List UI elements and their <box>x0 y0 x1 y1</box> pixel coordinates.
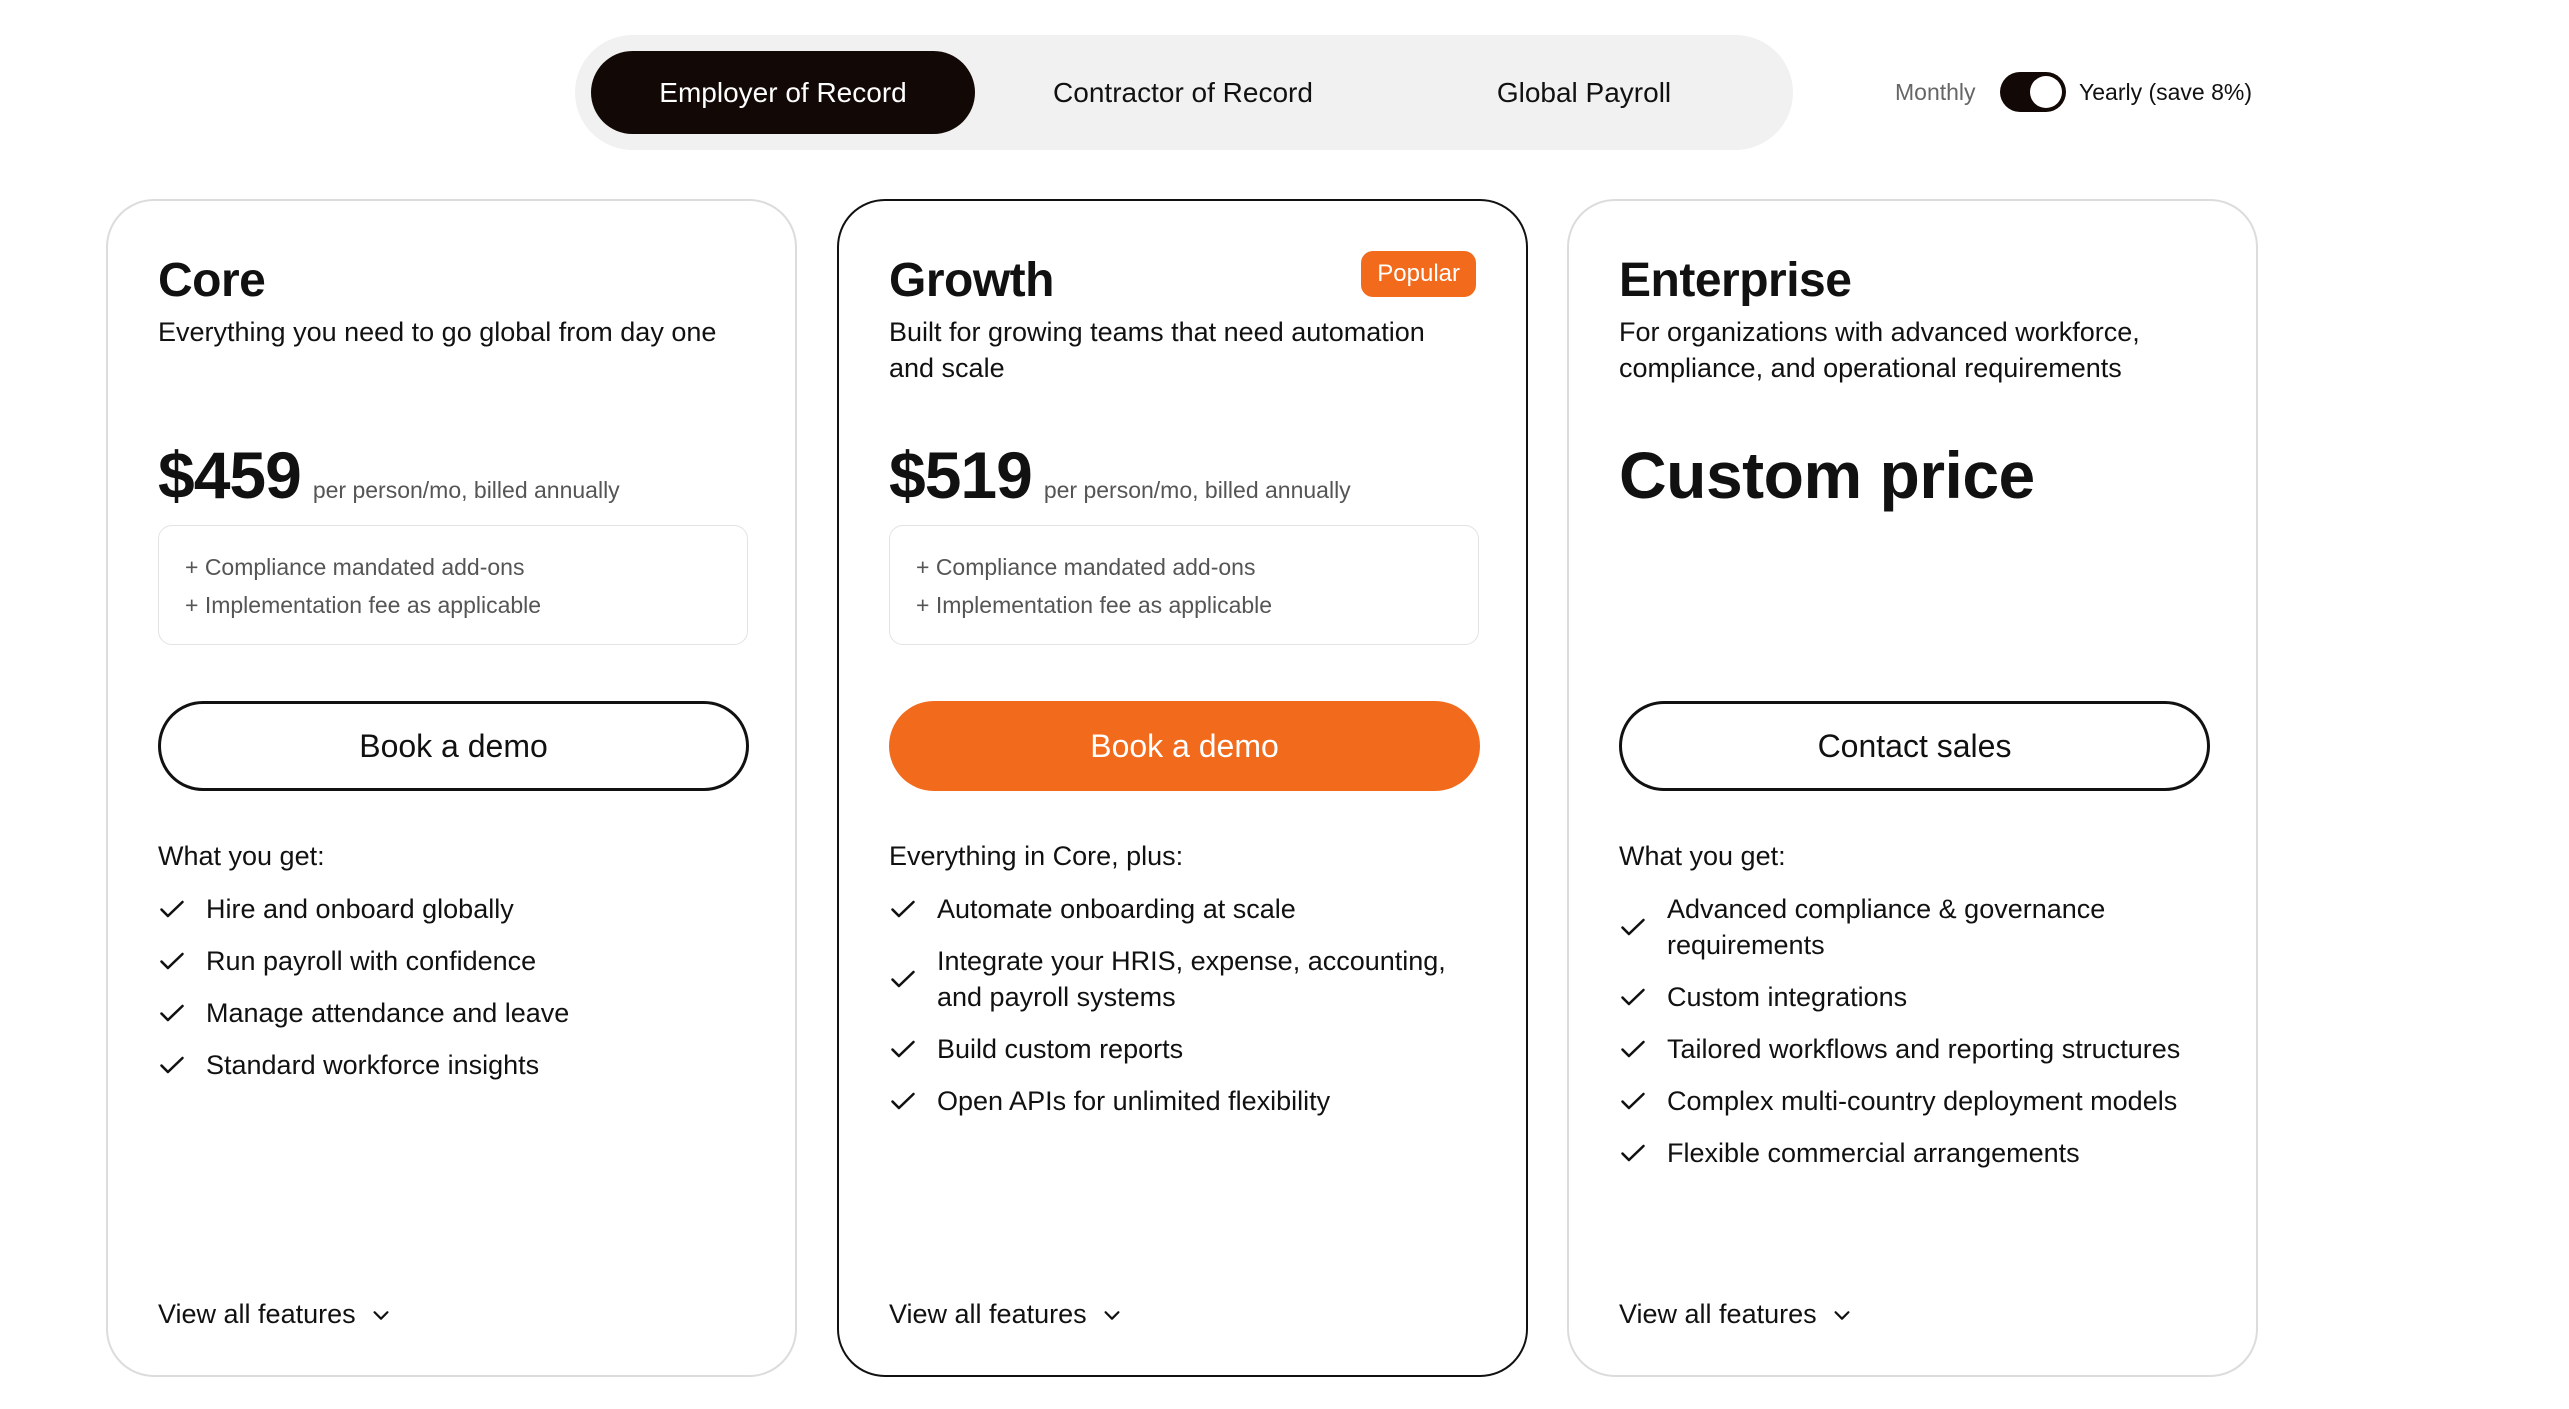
addons-box: + Compliance mandated add-ons + Implemen… <box>158 525 748 645</box>
plan-price: $459 <box>158 438 302 512</box>
check-icon <box>1621 988 1645 1006</box>
feature-item: Integrate your HRIS, expense, accounting… <box>889 943 1476 1015</box>
plan-card-growth: Growth Popular Built for growing teams t… <box>837 199 1528 1377</box>
tab-contractor-of-record[interactable]: Contractor of Record <box>991 51 1375 134</box>
plan-name: Core <box>158 254 266 307</box>
feature-item: Complex multi-country deployment models <box>1619 1083 2206 1119</box>
popular-badge: Popular <box>1361 251 1476 297</box>
feature-text: Advanced compliance & governance require… <box>1667 894 2106 960</box>
check-icon <box>1621 1092 1645 1110</box>
feature-item: Standard workforce insights <box>158 1047 745 1083</box>
feature-item: Manage attendance and leave <box>158 995 745 1031</box>
check-icon <box>891 900 915 918</box>
chevron-down-icon <box>373 1310 389 1320</box>
product-tabs: Employer of Record Contractor of Record … <box>575 35 1793 150</box>
billing-period-toggle[interactable] <box>2000 72 2066 112</box>
plan-price: $519 <box>889 438 1033 512</box>
feature-text: Open APIs for unlimited flexibility <box>937 1086 1331 1116</box>
feature-text: Automate onboarding at scale <box>937 894 1296 924</box>
price-note: per person/mo, billed annually <box>312 477 620 503</box>
view-all-label: View all features <box>1619 1299 1817 1329</box>
plan-name: Growth <box>889 254 1054 307</box>
check-icon <box>891 970 915 988</box>
check-icon <box>160 1056 184 1074</box>
plan-description: Everything you need to go global from da… <box>158 317 717 347</box>
feature-item: Automate onboarding at scale <box>889 891 1476 927</box>
plan-description: Built for growing teams that need automa… <box>889 317 1425 383</box>
check-icon <box>1621 918 1645 936</box>
feature-text: Run payroll with confidence <box>206 946 537 976</box>
features-heading: Everything in Core, plus: <box>889 841 1184 871</box>
feature-item: Custom integrations <box>1619 979 2206 1015</box>
view-all-label: View all features <box>889 1299 1087 1329</box>
feature-text: Build custom reports <box>937 1034 1184 1064</box>
check-icon <box>160 900 184 918</box>
check-icon <box>891 1040 915 1058</box>
addon-line: + Implementation fee as applicable <box>916 592 1273 618</box>
view-all-features-link[interactable]: View all features <box>1619 1299 1853 1330</box>
plan-description: For organizations with advanced workforc… <box>1619 317 2140 383</box>
feature-text: Custom integrations <box>1667 982 1908 1012</box>
feature-item: Open APIs for unlimited flexibility <box>889 1083 1476 1119</box>
price-row: $519 per person/mo, billed annually <box>889 437 1351 513</box>
feature-list: Advanced compliance & governance require… <box>1619 891 2206 1187</box>
features-heading: What you get: <box>1619 841 1786 871</box>
price-note: per person/mo, billed annually <box>1043 477 1351 503</box>
view-all-features-link[interactable]: View all features <box>889 1299 1123 1330</box>
plan-price: Custom price <box>1619 438 2035 512</box>
toggle-knob <box>2030 76 2062 108</box>
features-heading: What you get: <box>158 841 325 871</box>
book-demo-button[interactable]: Book a demo <box>889 701 1480 791</box>
contact-sales-button[interactable]: Contact sales <box>1619 701 2210 791</box>
feature-item: Flexible commercial arrangements <box>1619 1135 2206 1171</box>
feature-text: Integrate your HRIS, expense, accounting… <box>937 946 1446 1012</box>
feature-text: Standard workforce insights <box>206 1050 540 1080</box>
billing-yearly-label: Yearly (save 8%) <box>2079 78 2253 105</box>
addons-box: + Compliance mandated add-ons + Implemen… <box>889 525 1479 645</box>
check-icon <box>891 1092 915 1110</box>
book-demo-button[interactable]: Book a demo <box>158 701 749 791</box>
plan-card-core: Core Everything you need to go global fr… <box>106 199 797 1377</box>
check-icon <box>160 952 184 970</box>
tab-global-payroll[interactable]: Global Payroll <box>1392 51 1776 134</box>
plan-card-enterprise: Enterprise For organizations with advanc… <box>1567 199 2258 1377</box>
feature-text: Manage attendance and leave <box>206 998 570 1028</box>
addon-line: + Compliance mandated add-ons <box>916 554 1256 580</box>
price-row: $459 per person/mo, billed annually <box>158 437 620 513</box>
feature-text: Tailored workflows and reporting structu… <box>1667 1034 2181 1064</box>
check-icon <box>160 1004 184 1022</box>
feature-item: Run payroll with confidence <box>158 943 745 979</box>
feature-text: Flexible commercial arrangements <box>1667 1138 2080 1168</box>
feature-text: Complex multi-country deployment models <box>1667 1086 2178 1116</box>
check-icon <box>1621 1144 1645 1162</box>
feature-list: Hire and onboard globally Run payroll wi… <box>158 891 745 1099</box>
addon-line: + Compliance mandated add-ons <box>185 554 525 580</box>
plan-name: Enterprise <box>1619 254 1852 307</box>
feature-list: Automate onboarding at scale Integrate y… <box>889 891 1476 1135</box>
addon-line: + Implementation fee as applicable <box>185 592 542 618</box>
tab-employer-of-record[interactable]: Employer of Record <box>591 51 975 134</box>
feature-item: Tailored workflows and reporting structu… <box>1619 1031 2206 1067</box>
view-all-label: View all features <box>158 1299 356 1329</box>
check-icon <box>1621 1040 1645 1058</box>
feature-item: Build custom reports <box>889 1031 1476 1067</box>
chevron-down-icon <box>1834 1310 1850 1320</box>
feature-item: Hire and onboard globally <box>158 891 745 927</box>
feature-text: Hire and onboard globally <box>206 894 514 924</box>
chevron-down-icon <box>1104 1310 1120 1320</box>
feature-item: Advanced compliance & governance require… <box>1619 891 2206 963</box>
billing-monthly-label: Monthly <box>1895 78 1976 105</box>
view-all-features-link[interactable]: View all features <box>158 1299 392 1330</box>
